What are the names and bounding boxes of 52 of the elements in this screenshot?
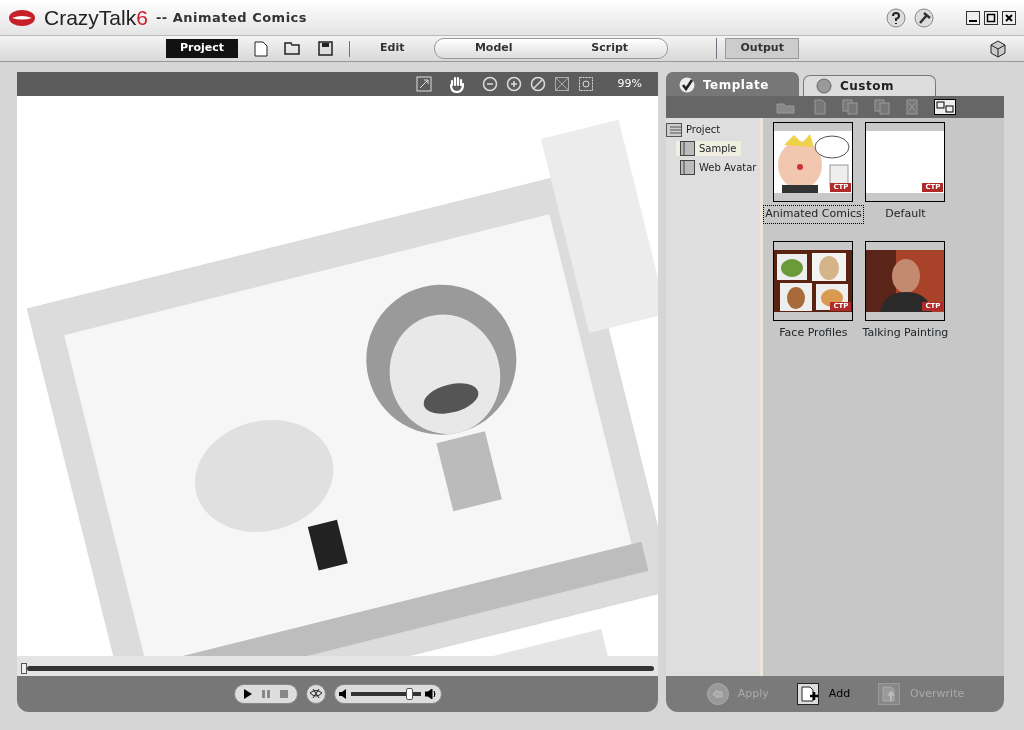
book-icon	[680, 141, 695, 156]
tree-item[interactable]: Project	[666, 122, 761, 137]
book-icon	[680, 160, 695, 175]
close-icon[interactable]	[1002, 10, 1016, 25]
new-file-icon[interactable]	[254, 40, 269, 57]
fit-screen-icon[interactable]	[553, 76, 570, 92]
action-button[interactable]: Add	[790, 682, 857, 706]
window-title: -- Animated Comics	[155, 8, 308, 27]
app-logo: CrazyTalk6	[44, 4, 148, 31]
tree-item[interactable]: Web Avatar	[676, 160, 761, 175]
checkmark-icon	[679, 76, 695, 93]
dice-icon[interactable]	[988, 38, 1008, 59]
reset-icon[interactable]	[529, 76, 546, 92]
zoom-region-icon[interactable]	[577, 76, 594, 92]
thumbnail-view-icon[interactable]	[934, 99, 956, 115]
fit-view-icon[interactable]	[415, 76, 432, 92]
maximize-icon[interactable]	[984, 10, 998, 25]
help-icon[interactable]	[886, 7, 906, 28]
apply-icon	[705, 683, 730, 705]
volume-low-icon[interactable]	[338, 689, 348, 699]
timeline-handle[interactable]	[21, 662, 27, 674]
save-icon[interactable]	[318, 40, 334, 56]
mode-tab[interactable]: Model	[460, 39, 527, 58]
volume-slider-handle[interactable]	[406, 688, 414, 700]
template-label[interactable]: Animated Comics	[764, 206, 863, 223]
zoom-in-icon[interactable]	[505, 76, 522, 92]
radio-icon	[816, 78, 832, 94]
mode-tab[interactable]: Edit	[366, 39, 419, 58]
folder-icon[interactable]	[284, 40, 303, 55]
panel-tab[interactable]: Custom	[803, 75, 936, 96]
volume-high-icon[interactable]	[424, 689, 437, 699]
overwrite-icon	[878, 683, 903, 705]
stop-icon[interactable]	[278, 689, 289, 699]
play-icon[interactable]	[242, 689, 253, 699]
timeline-track[interactable]	[27, 665, 654, 671]
zoom-out-icon[interactable]	[481, 76, 498, 92]
hammer-icon[interactable]	[914, 7, 934, 28]
zoom-level: 99%	[617, 75, 642, 92]
template-label[interactable]: Default	[884, 206, 927, 223]
mode-tab[interactable]: Script	[577, 39, 643, 58]
hand-icon[interactable]	[447, 75, 466, 93]
add-icon	[796, 683, 821, 705]
stack-icon	[666, 122, 682, 137]
template-label[interactable]: Face Profiles	[778, 324, 849, 341]
lips-logo-icon	[8, 8, 36, 27]
mode-tab[interactable]: Project	[166, 39, 239, 58]
mode-tab[interactable]: Output	[725, 38, 799, 59]
panel-tab[interactable]: Template	[666, 72, 799, 96]
tree-item[interactable]: Sample	[676, 141, 741, 156]
minimize-icon[interactable]	[966, 10, 980, 25]
pause-icon[interactable]	[260, 689, 271, 699]
template-label[interactable]: Talking Painting	[861, 324, 950, 341]
